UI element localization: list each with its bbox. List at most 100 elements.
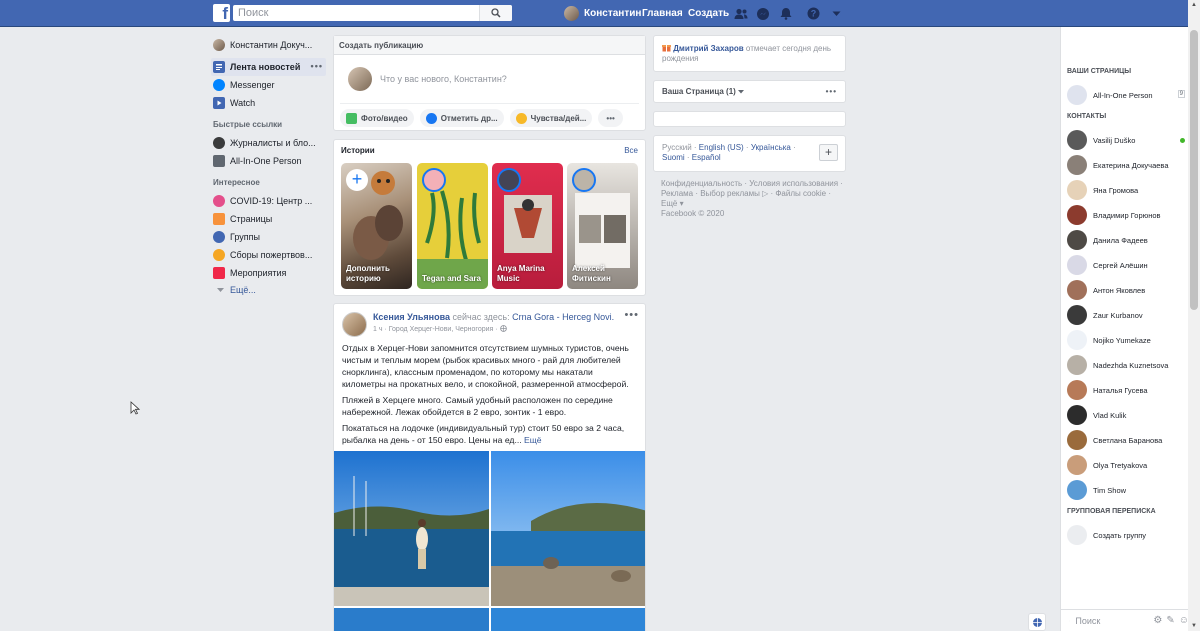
create-link[interactable]: Создать — [688, 8, 729, 19]
sidebar-item-label: Лента новостей — [230, 62, 301, 72]
contact-name: Светлана Баранова — [1093, 435, 1163, 445]
new-message-icon[interactable]: ✎ — [1166, 615, 1174, 626]
sidebar-item-label: Watch — [230, 98, 256, 108]
story-card[interactable]: + Дополнить историю — [341, 163, 412, 289]
see-more-link[interactable]: Ещё... — [213, 282, 326, 298]
contact-item[interactable]: Vasilij Duško — [1067, 130, 1185, 150]
post-photo[interactable] — [491, 608, 645, 631]
avatar — [1067, 230, 1087, 250]
messenger-icon[interactable] — [755, 6, 770, 21]
add-language-button[interactable]: + — [819, 144, 838, 161]
sidebar-item-groups[interactable]: Группы — [213, 228, 326, 246]
post-options-icon[interactable]: ••• — [624, 309, 639, 321]
heart-icon — [213, 195, 225, 207]
calendar-icon — [213, 267, 225, 279]
sidebar-item-messenger[interactable]: Messenger — [213, 76, 326, 94]
contact-item[interactable]: Olya Tretyakova — [1067, 455, 1185, 475]
news-feed-icon — [213, 61, 225, 73]
sidebar-item-covid[interactable]: COVID-19: Центр ... — [213, 192, 326, 210]
more-options-icon[interactable]: ••• — [311, 61, 323, 71]
feeling-button[interactable]: Чувства/дей... — [509, 109, 593, 127]
search-button[interactable] — [479, 5, 512, 21]
contact-item[interactable]: Данила Фадеев — [1067, 230, 1185, 250]
story-label: Алексей Фитискин — [572, 264, 611, 283]
contact-name: Яна Громова — [1093, 185, 1139, 195]
birthday-card[interactable]: Дмитрий Захаров отмечает сегодня день ро… — [653, 35, 846, 72]
tag-friends-button[interactable]: Отметить др... — [419, 109, 504, 127]
notifications-icon[interactable] — [778, 6, 793, 21]
contact-item[interactable]: Антон Яковлев — [1067, 280, 1185, 300]
home-link[interactable]: Главная — [642, 8, 683, 19]
contact-item[interactable]: Наталья Гусева — [1067, 380, 1185, 400]
contact-item[interactable]: Vlad Kulik — [1067, 405, 1185, 425]
sidebar-item-label: COVID-19: Центр ... — [230, 196, 313, 206]
contact-item[interactable]: Яна Громова — [1067, 180, 1185, 200]
contact-item[interactable]: Владимир Горюнов — [1067, 205, 1185, 225]
more-options-icon[interactable]: ••• — [826, 87, 837, 96]
sidebar-item-fundraisers[interactable]: Сборы пожертвов... — [213, 246, 326, 264]
contact-item[interactable]: Екатерина Докучаева — [1067, 155, 1185, 175]
sidebar-item-pages[interactable]: Страницы — [213, 210, 326, 228]
photo-video-button[interactable]: Фото/видео — [340, 109, 414, 127]
page-shortcut[interactable]: All-In-One Person 9 — [1067, 85, 1185, 105]
scrollbar-thumb[interactable] — [1190, 30, 1198, 310]
see-all-stories-link[interactable]: Все — [624, 146, 638, 155]
language-link[interactable]: Español — [692, 153, 721, 162]
your-pages-card[interactable]: Ваша Страница (1) ••• — [653, 80, 846, 103]
post-author-link[interactable]: Ксения Ульянова — [373, 312, 450, 322]
story-card[interactable]: Anya Marina Music — [492, 163, 563, 289]
friend-requests-icon[interactable] — [733, 6, 748, 21]
chat-search-input[interactable] — [1075, 615, 1136, 626]
contact-item[interactable]: Tim Show — [1067, 480, 1185, 500]
sidebar-item-events[interactable]: Мероприятия — [213, 264, 326, 282]
language-link[interactable]: Українська — [751, 143, 791, 152]
contact-item[interactable]: Светлана Баранова — [1067, 430, 1185, 450]
contact-item[interactable]: Zaur Kurbanov — [1067, 305, 1185, 325]
create-group-button[interactable]: Создать группу — [1067, 525, 1185, 545]
post-photo[interactable] — [491, 451, 645, 606]
post-paragraph: Отдых в Херцег-Нови запомнится отсутстви… — [342, 343, 629, 389]
scroll-down-icon[interactable]: ▼ — [1191, 623, 1197, 629]
search-input[interactable] — [233, 5, 483, 21]
story-card[interactable]: Tegan and Sara — [417, 163, 488, 289]
contact-name: Владимир Горюнов — [1093, 210, 1161, 220]
sidebar-item-news-feed[interactable]: Лента новостей ••• — [211, 58, 326, 76]
post-place-link[interactable]: Crna Gora - Herceg Novi. — [512, 312, 614, 322]
more-actions-button[interactable]: ••• — [598, 109, 623, 127]
footer-links-text[interactable]: Конфиденциальность · Условия использован… — [661, 179, 846, 209]
left-profile-link[interactable]: Константин Докуч... — [213, 36, 326, 54]
avatar — [1067, 205, 1087, 225]
sidebar-item-shortcut[interactable]: All-In-One Person — [213, 152, 326, 170]
languages-card: Русский · English (US) · Українська · Su… — [653, 135, 846, 172]
birthday-person-link[interactable]: Дмитрий Захаров — [673, 44, 743, 53]
profile-link[interactable]: Константин — [564, 5, 641, 22]
post-photo[interactable] — [334, 451, 489, 606]
sidebar-item-watch[interactable]: Watch — [213, 94, 326, 112]
post-photo[interactable] — [334, 608, 489, 631]
post-paragraph: Пляжей в Херцеге много. Самый удобный ра… — [342, 395, 613, 417]
sidebar-item-shortcut[interactable]: Журналисты и бло... — [213, 134, 326, 152]
language-link[interactable]: English (US) — [699, 143, 744, 152]
contact-name: Nadezhda Kuznetsova — [1093, 360, 1169, 370]
language-link[interactable]: Suomi — [662, 153, 685, 162]
facebook-logo-icon[interactable]: f — [213, 4, 230, 22]
globe-icon[interactable] — [1028, 613, 1046, 631]
page-scrollbar[interactable]: ▲ ▼ — [1188, 0, 1200, 631]
story-label: Anya Marina Music — [497, 264, 545, 283]
story-card[interactable]: Алексей Фитискин — [567, 163, 638, 289]
gear-icon[interactable]: ⚙ — [1153, 615, 1162, 626]
contact-item[interactable]: Nadezhda Kuznetsova — [1067, 355, 1185, 375]
contact-item[interactable]: Nojiko Yumekaze — [1067, 330, 1185, 350]
tag-friends-label: Отметить др... — [440, 113, 498, 123]
help-icon[interactable]: ? — [806, 6, 821, 21]
mouse-cursor-icon — [130, 401, 140, 415]
avatar[interactable] — [342, 312, 367, 337]
account-menu-chevron-icon[interactable] — [829, 6, 844, 21]
scroll-up-icon[interactable]: ▲ — [1191, 2, 1197, 8]
sidebar-item-label: Группы — [230, 232, 260, 242]
avatar — [564, 6, 579, 21]
contact-item[interactable]: Сергей Алёшин — [1067, 255, 1185, 275]
see-more-link[interactable]: Ещё — [524, 435, 542, 445]
composer-input[interactable]: Что у вас нового, Константин? — [340, 55, 639, 104]
notification-badge: 9 — [1177, 90, 1185, 98]
